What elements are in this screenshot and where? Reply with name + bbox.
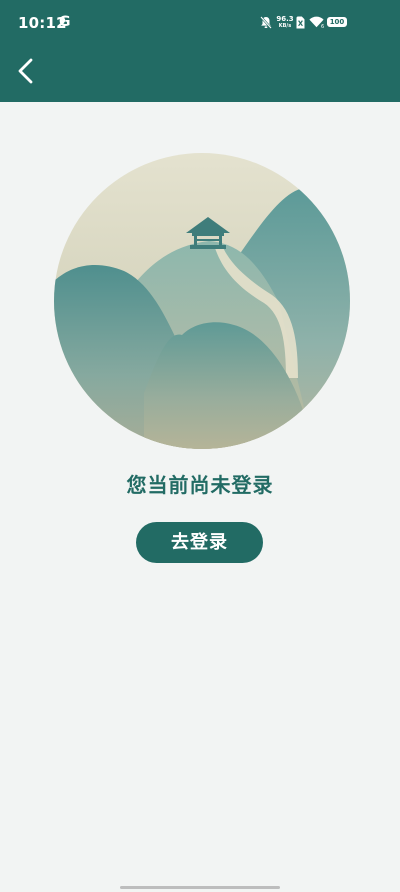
no-sim-icon [296, 16, 305, 29]
go-login-button[interactable]: 去登录 [136, 522, 263, 563]
chevron-left-icon [18, 58, 33, 84]
net-speed-unit: KB/s [278, 23, 292, 29]
back-button[interactable] [12, 55, 42, 87]
svg-text:6: 6 [321, 24, 324, 28]
net-speed-indicator: 96.3 KB/s [276, 16, 294, 30]
google-icon: G [59, 14, 71, 30]
not-logged-in-message: 您当前尚未登录 [126, 473, 274, 497]
mountain-pavilion-illustration [54, 153, 350, 449]
net-speed-value: 96.3 [276, 15, 294, 23]
home-indicator[interactable] [120, 886, 280, 889]
wifi-icon: 6 [309, 16, 324, 28]
top-app-bar: 10:12 G 96.3 KB/s 6 100 [0, 0, 400, 102]
mute-bell-icon [260, 16, 272, 29]
battery-icon: 100 [327, 17, 347, 27]
battery-level: 100 [329, 18, 345, 26]
